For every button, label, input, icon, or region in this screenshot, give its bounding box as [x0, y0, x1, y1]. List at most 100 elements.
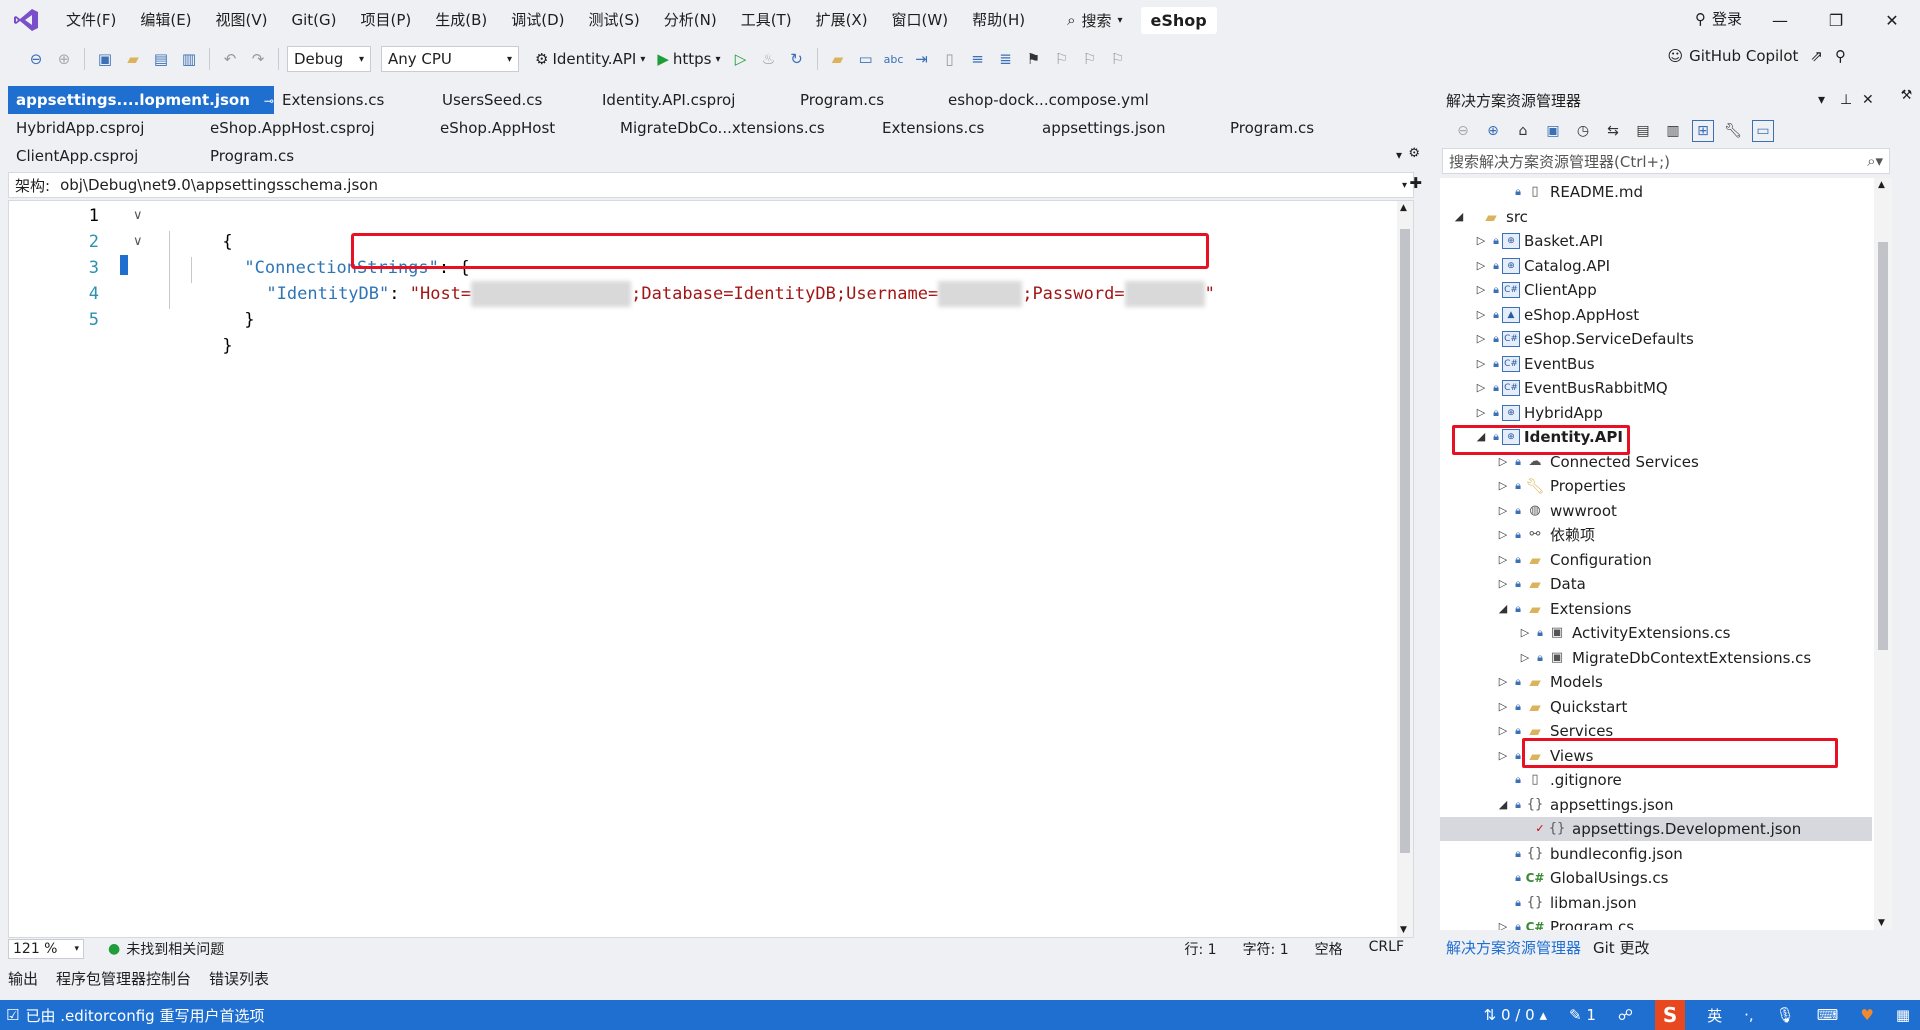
toolbox-grid-icon[interactable]: ▦ [1896, 1006, 1910, 1024]
feedback-icon[interactable]: ⚲ [1835, 47, 1846, 65]
keyboard-icon[interactable]: ⌨ [1817, 1006, 1839, 1024]
line-indicator[interactable]: 行: 1 [1184, 939, 1216, 959]
tree-item[interactable]: ▷ 🔒︎ C# eShop.ServiceDefaults [1440, 327, 1872, 351]
step-icon[interactable]: ⇥ [910, 47, 934, 71]
expand-chevron-icon[interactable]: ◢ [1494, 793, 1512, 817]
tree-scrollbar[interactable]: ▲ ▼ [1874, 178, 1892, 930]
tree-item[interactable]: 🔒︎ C# GlobalUsings.cs [1440, 866, 1872, 890]
tree-item[interactable]: ▷ 🔒︎ ⚯ 依赖项 [1440, 523, 1872, 547]
tab-solution-explorer[interactable]: 解决方案资源管理器 [1440, 936, 1587, 960]
tree-item[interactable]: 🔒︎ ▯ README.md [1440, 180, 1872, 204]
document-tab[interactable]: eShop.AppHost.csproj [202, 114, 432, 142]
close-window-button[interactable]: ✕ [1864, 0, 1920, 40]
microphone-icon[interactable]: 🎙︎ [1776, 1006, 1795, 1024]
layout-icon[interactable]: ▭ [854, 47, 878, 71]
tab-list-dropdown-icon[interactable]: ▾ [1396, 148, 1402, 162]
sogou-ime-icon[interactable]: S [1655, 1000, 1686, 1030]
outdent-icon[interactable]: ≣ [994, 47, 1018, 71]
tree-item[interactable]: ✓{} appsettings.Development.json [1440, 817, 1872, 841]
startup-project-select[interactable]: ⚙ Identity.API ▾ [531, 50, 649, 68]
menu-item[interactable]: 工具(T) [729, 0, 804, 40]
tree-item[interactable]: 🔒︎ {} bundleconfig.json [1440, 842, 1872, 866]
configuration-select[interactable]: Debug ▾ [287, 46, 371, 72]
fold-chevron-icon[interactable]: ∨ [133, 203, 143, 229]
side-toolbox-icon[interactable]: ⚒ [1899, 88, 1914, 103]
spell-check-icon[interactable]: abc [882, 47, 906, 71]
tree-item[interactable]: ◢ 🔒︎ ▰ Extensions [1440, 597, 1872, 621]
skin-icon[interactable]: ♥ [1860, 1006, 1873, 1024]
punctuation-icon[interactable]: ·, [1744, 1006, 1754, 1024]
document-tab[interactable]: appsettings....lopment.json⊸✕ [8, 86, 297, 114]
toggle-icon[interactable]: ▭ [1752, 120, 1774, 142]
tab-git-changes[interactable]: Git 更改 [1587, 936, 1655, 960]
solution-explorer-search-input[interactable]: 搜索解决方案资源管理器(Ctrl+;) ⌕▾ [1442, 148, 1890, 174]
start-debugging-button[interactable]: ▶ https ▾ [653, 50, 724, 68]
tree-item[interactable]: ▷ 🔒︎ ▲ eShop.AppHost [1440, 303, 1872, 327]
document-tab[interactable]: HybridApp.csproj [8, 114, 202, 142]
tree-item[interactable]: ▷ 🔒︎ ⊕ HybridApp [1440, 401, 1872, 425]
document-tab[interactable]: Extensions.cs [874, 114, 1034, 142]
search-button[interactable]: ⌕ 搜索 ▾ [1057, 10, 1132, 31]
scroll-down-icon[interactable]: ▼ [1400, 925, 1407, 935]
expand-chevron-icon[interactable]: ▷ [1494, 474, 1512, 498]
document-tab[interactable]: Program.cs [202, 142, 350, 170]
forward-icon[interactable]: ⊕ [52, 47, 76, 71]
preview-selected-icon[interactable]: ⊞ [1692, 120, 1714, 142]
expand-chevron-icon[interactable]: ▷ [1472, 254, 1490, 278]
bookmark-icon[interactable]: ⚑ [1022, 47, 1046, 71]
tree-item[interactable]: ▷ 🔒︎ ▰ Quickstart [1440, 695, 1872, 719]
solution-tree[interactable]: 🔒︎ ▯ README.md ◢ ▰ src ▷ 🔒︎ ⊕ Basket.API ▷ 🔒︎ ⊕ Catal… [1440, 178, 1892, 930]
tab-output[interactable]: 输出 [8, 966, 38, 992]
expand-chevron-icon[interactable]: ◢ [1450, 205, 1468, 229]
platform-select[interactable]: Any CPU ▾ [381, 46, 519, 72]
open-folder-icon[interactable]: ▰ [121, 47, 145, 71]
expand-chevron-icon[interactable]: ▷ [1472, 352, 1490, 376]
expand-chevron-icon[interactable]: ◢ [1494, 597, 1512, 621]
menu-item[interactable]: 测试(S) [577, 0, 652, 40]
next-bookmark-icon[interactable]: ⚐ [1078, 47, 1102, 71]
menu-item[interactable]: 文件(F) [54, 0, 128, 40]
save-icon[interactable]: ▤ [149, 47, 173, 71]
expand-chevron-icon[interactable]: ▷ [1494, 695, 1512, 719]
properties-icon[interactable]: 🔧︎ [1722, 120, 1744, 142]
expand-chevron-icon[interactable]: ▷ [1494, 499, 1512, 523]
document-tab[interactable]: appsettings.json [1034, 114, 1222, 142]
tree-item[interactable]: ▷ 🔒︎ ▰ Configuration [1440, 548, 1872, 572]
tree-item[interactable]: ▷ 🔒︎ C# EventBus [1440, 352, 1872, 376]
split-editor-icon[interactable]: ✚ [1409, 174, 1422, 192]
expand-chevron-icon[interactable]: ▷ [1516, 646, 1534, 670]
browse-icon[interactable]: ▰ [826, 47, 850, 71]
tree-item[interactable]: ▷ 🔒︎ C# Program.cs [1440, 915, 1872, 930]
tree-item[interactable]: ▷ 🔒︎ ▰ Data [1440, 572, 1872, 596]
document-tab[interactable]: Extensions.cs [274, 86, 434, 114]
restore-button[interactable]: ❐ [1808, 0, 1864, 40]
expand-chevron-icon[interactable]: ▷ [1472, 376, 1490, 400]
collapse-all-icon[interactable]: ▤ [1632, 120, 1654, 142]
tree-item[interactable]: 🔒︎ {} libman.json [1440, 891, 1872, 915]
document-tab[interactable]: Program.cs [1222, 114, 1408, 142]
show-all-files-icon[interactable]: ▥ [1662, 120, 1684, 142]
switch-views-icon[interactable]: ▣ [1542, 120, 1564, 142]
document-tab[interactable]: eshop-dock...compose.yml [940, 86, 1202, 114]
document-tab[interactable]: Identity.API.csproj [594, 86, 792, 114]
menu-item[interactable]: 分析(N) [652, 0, 729, 40]
whitespace-indicator[interactable]: 空格 [1315, 939, 1343, 959]
back-icon[interactable]: ⊖ [24, 47, 48, 71]
vertical-scrollbar[interactable]: ▲ ▼ [1397, 201, 1413, 937]
close-panel-icon[interactable]: ✕ [1862, 92, 1874, 108]
tree-item[interactable]: ▷ 🔒︎ ▰ Models [1440, 670, 1872, 694]
expand-chevron-icon[interactable]: ▷ [1494, 548, 1512, 572]
tree-item[interactable]: ▷ 🔒︎ ◍ wwwroot [1440, 499, 1872, 523]
panel-menu-icon[interactable]: ▾ [1818, 92, 1825, 108]
git-sync-indicator[interactable]: ⇅ 0 / 0 ▴ [1484, 1006, 1547, 1024]
expand-chevron-icon[interactable]: ▷ [1516, 621, 1534, 645]
home-icon[interactable]: ⌂ [1512, 120, 1534, 142]
tab-error-list[interactable]: 错误列表 [209, 966, 269, 992]
expand-chevron-icon[interactable]: ▷ [1472, 229, 1490, 253]
new-project-icon[interactable]: ▣ [93, 47, 117, 71]
expand-chevron-icon[interactable]: ▷ [1494, 523, 1512, 547]
document-tab[interactable]: eShop.AppHost [432, 114, 612, 142]
scroll-up-icon[interactable]: ▲ [1878, 180, 1885, 190]
tree-item[interactable]: ▷ 🔒︎ ⊕ Basket.API [1440, 229, 1872, 253]
clear-bookmarks-icon[interactable]: ⚐ [1106, 47, 1130, 71]
